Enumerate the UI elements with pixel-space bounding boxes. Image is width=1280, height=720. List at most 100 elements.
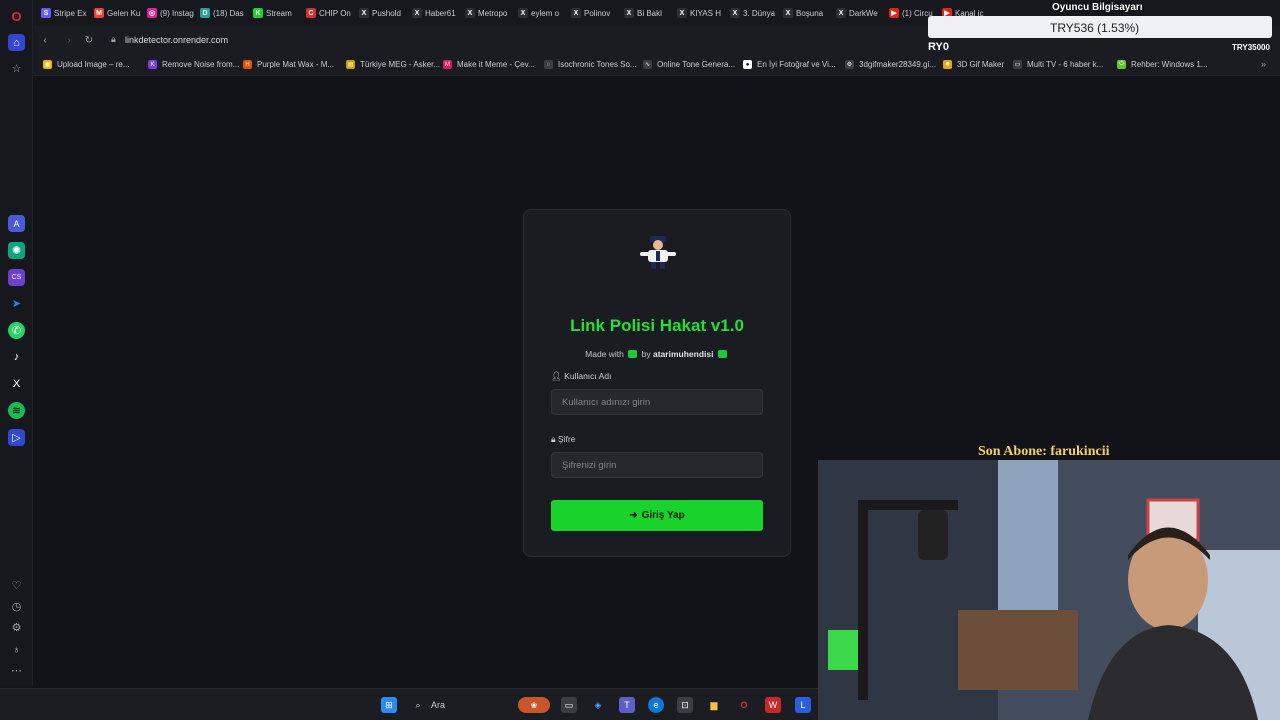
wps-icon[interactable]: W: [765, 697, 781, 713]
bookmark-item[interactable]: ⚙ 3dgifmaker28349.gi...: [845, 60, 936, 69]
login-button[interactable]: ➜ Giriş Yap: [551, 500, 763, 531]
browser-tab[interactable]: K Stream: [253, 3, 302, 23]
tab-label: KIYAS H: [690, 8, 721, 18]
app-l-icon[interactable]: L: [795, 697, 811, 713]
history-icon[interactable]: ◷: [8, 598, 25, 615]
start-icon[interactable]: ⊞: [381, 697, 397, 713]
store-icon[interactable]: ⊡: [677, 697, 693, 713]
bookmark-item[interactable]: ∿ Online Tone Genera...: [643, 60, 735, 69]
star-icon[interactable]: ☆: [8, 60, 25, 77]
browser-tab[interactable]: M Gelen Ku: [94, 3, 143, 23]
x-icon[interactable]: X: [8, 375, 25, 392]
bookmark-label: Isochronic Tones So...: [558, 60, 637, 69]
username-input[interactable]: [551, 389, 763, 415]
bookmark-favicon-icon: ▭: [1013, 60, 1022, 69]
tab-favicon-icon: K: [253, 8, 263, 18]
password-input[interactable]: [551, 452, 763, 478]
messenger-icon[interactable]: ➤: [8, 295, 25, 312]
url-field[interactable]: linkdetector.onrender.com: [125, 35, 228, 45]
tab-favicon-icon: C: [306, 8, 316, 18]
bookmark-label: Multi TV - 6 haber k...: [1027, 60, 1104, 69]
settings-icon[interactable]: ⚙: [8, 619, 25, 636]
username-label: 👤︎ Kullanıcı Adı: [551, 371, 611, 382]
tab-label: Polinov: [584, 8, 611, 18]
whatsapp-icon[interactable]: ✆: [8, 322, 25, 339]
cs-icon[interactable]: CS: [8, 269, 25, 286]
browser-tab[interactable]: S Stripe Ex: [41, 3, 90, 23]
bookmark-item[interactable]: ✹ 3D Gif Maker: [943, 60, 1004, 69]
bookmarks-overflow-icon[interactable]: »: [1261, 59, 1266, 69]
tab-favicon-icon: X: [518, 8, 528, 18]
made-with-prefix: Made with: [585, 349, 624, 359]
edge-icon[interactable]: e: [648, 697, 664, 713]
player-icon[interactable]: ▷: [8, 429, 25, 446]
lightbulb-icon[interactable]: ♁: [8, 641, 25, 658]
home-icon[interactable]: ⌂: [8, 34, 25, 51]
bookmark-item[interactable]: ▣ Upload Image – re...: [43, 60, 129, 69]
bookmarks-bar: » ▣ Upload Image – re... K Remove Noise fro…: [33, 54, 1280, 76]
folder-icon[interactable]: ▆: [706, 697, 722, 713]
aria-icon[interactable]: A: [8, 215, 25, 232]
author-name: atarimuhendisi: [653, 349, 714, 359]
bookmark-item[interactable]: H Purple Mat Wax - M...: [243, 60, 334, 69]
bookmark-item[interactable]: ◌ Isochronic Tones So...: [544, 60, 637, 69]
browser-tab[interactable]: D (18) Das: [200, 3, 249, 23]
bookmark-favicon-icon: ✹: [943, 60, 952, 69]
browser-tab[interactable]: X Metropo: [465, 3, 514, 23]
browser-tab[interactable]: X DarkWe: [836, 3, 885, 23]
bookmark-item[interactable]: K Remove Noise from...: [148, 60, 239, 69]
browser-tab[interactable]: C CHIP On: [306, 3, 355, 23]
browser-tab[interactable]: X Polinov: [571, 3, 620, 23]
search-icon[interactable]: ⌕: [410, 697, 426, 713]
bookmark-item[interactable]: ● En İyi Fotoğraf ve Vi...: [743, 60, 836, 69]
bookmark-label: 3D Gif Maker: [957, 60, 1005, 69]
browser-tab[interactable]: ◎ (9) Instag: [147, 3, 196, 23]
tab-label: CHIP On: [319, 8, 351, 18]
forward-icon[interactable]: ›: [61, 32, 77, 48]
tab-favicon-icon: X: [730, 8, 740, 18]
last-subscriber-label: Son Abone: farukincii: [978, 444, 1110, 459]
teams-icon[interactable]: T: [619, 697, 635, 713]
browser-tab[interactable]: X KIYAS H: [677, 3, 726, 23]
task-view-icon[interactable]: ▭: [561, 697, 577, 713]
bookmark-item[interactable]: ▭ Multi TV - 6 haber k...: [1013, 60, 1103, 69]
browser-tab[interactable]: X Bi Bakl: [624, 3, 673, 23]
browser-sidebar: O ⌂ ☆ A ✺ CS ➤ ✆ ♪ X ≋ ▷ ♡ ◷ ⚙ ♁ ⋯: [0, 0, 33, 686]
made-with-credit: Made with by atarimuhendisi: [524, 349, 790, 359]
bookmark-item[interactable]: ⏻ Rehber: Windows 1...: [1117, 60, 1207, 69]
browser-tab[interactable]: X Haber61: [412, 3, 461, 23]
bookmark-favicon-icon: ⚙: [845, 60, 854, 69]
bookmark-favicon-icon: ●: [743, 60, 752, 69]
robot-icon: [717, 350, 727, 358]
heart-icon[interactable]: ♡: [8, 577, 25, 594]
more-icon[interactable]: ⋯: [8, 662, 25, 679]
copilot-icon[interactable]: ◈: [590, 697, 606, 713]
bookmark-item[interactable]: M Make it Meme - Çev...: [443, 60, 535, 69]
opera-logo-icon[interactable]: O: [8, 8, 25, 25]
bookmark-label: En İyi Fotoğraf ve Vi...: [757, 60, 836, 69]
tab-favicon-icon: D: [200, 8, 210, 18]
taskbar-search-label[interactable]: Ara: [431, 700, 445, 710]
made-with-by: by: [641, 349, 651, 359]
browser-tab[interactable]: X Pushold: [359, 3, 408, 23]
browser-tab[interactable]: X 3. Dünya: [730, 3, 779, 23]
tab-label: (9) Instag: [160, 8, 194, 18]
lock-icon: 🔒︎: [111, 34, 116, 44]
opera-taskbar-icon[interactable]: O: [736, 697, 752, 713]
browser-tab[interactable]: X Boşuna: [783, 3, 832, 23]
lock-icon: 🔒︎: [551, 434, 556, 444]
reload-icon[interactable]: ↻: [81, 32, 97, 48]
chatgpt-icon[interactable]: ✺: [8, 242, 25, 259]
tab-label: Bi Bakl: [637, 8, 662, 18]
browser-tab[interactable]: Xeylem o: [518, 3, 567, 23]
tiktok-icon[interactable]: ♪: [8, 348, 25, 365]
tab-label: Haber61: [425, 8, 456, 18]
sign-in-icon: ➜: [629, 510, 638, 521]
widget-icon[interactable]: ❀: [518, 697, 550, 713]
login-card: Link Polisi Hakat v1.0 Made with by atar…: [523, 209, 791, 557]
spotify-icon[interactable]: ≋: [8, 402, 25, 419]
back-icon[interactable]: ‹: [37, 32, 53, 48]
tab-label: (18) Das: [213, 8, 244, 18]
bookmark-item[interactable]: ▤ Türkiye MEG - Asker...: [346, 60, 440, 69]
taskbar: ⊞ ⌕ Ara ❀ ▭ ◈ T e ⊡ ▆ O W L: [0, 688, 818, 720]
